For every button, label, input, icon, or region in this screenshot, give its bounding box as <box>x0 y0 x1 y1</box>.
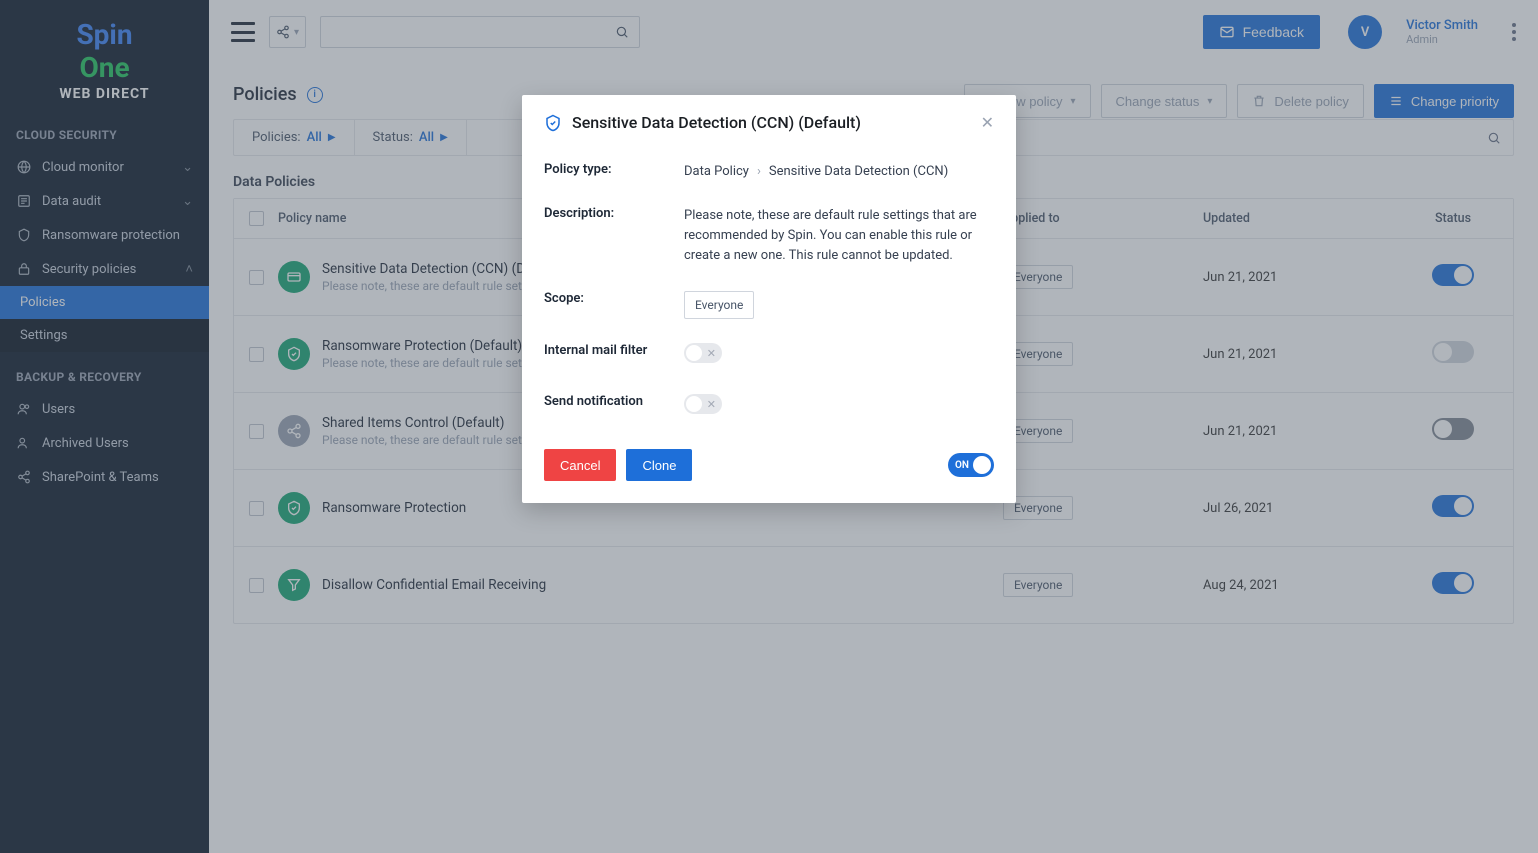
scope-tag: Everyone <box>684 291 754 320</box>
label-policy-type: Policy type: <box>544 162 684 182</box>
chevron-right-icon: › <box>757 162 761 182</box>
toggle-label: ON <box>955 460 969 471</box>
btn-label: Cancel <box>560 458 600 473</box>
policy-modal: Sensitive Data Detection (CCN) (Default)… <box>522 95 1016 503</box>
label-mail-filter: Internal mail filter <box>544 343 684 370</box>
notification-toggle[interactable]: ✕ <box>684 394 722 414</box>
label-notification: Send notification <box>544 394 684 421</box>
shield-icon <box>544 114 562 132</box>
crumb-1: Data Policy <box>684 162 749 182</box>
description-value: Please note, these are default rule sett… <box>684 206 994 266</box>
label-scope: Scope: <box>544 291 684 320</box>
close-icon[interactable]: ✕ <box>981 113 994 132</box>
policy-type-value: Data Policy › Sensitive Data Detection (… <box>684 162 994 182</box>
status-toggle[interactable]: ON <box>948 453 994 477</box>
cancel-button[interactable]: Cancel <box>544 449 616 481</box>
modal-title: Sensitive Data Detection (CCN) (Default) <box>572 113 861 132</box>
clone-button[interactable]: Clone <box>626 449 692 481</box>
crumb-2: Sensitive Data Detection (CCN) <box>769 162 948 182</box>
mail-filter-toggle[interactable]: ✕ <box>684 343 722 363</box>
label-description: Description: <box>544 206 684 266</box>
btn-label: Clone <box>642 458 676 473</box>
